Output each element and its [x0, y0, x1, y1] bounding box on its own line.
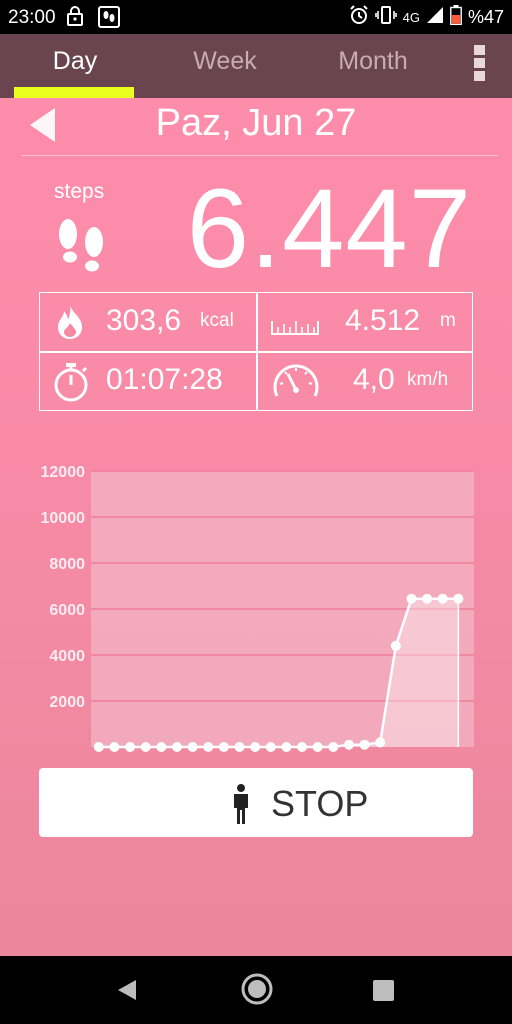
alarm-icon	[349, 4, 369, 30]
speed-unit: km/h	[407, 369, 449, 390]
data-point	[359, 739, 370, 750]
data-point	[250, 742, 261, 752]
y-tick-label: 4000	[49, 648, 85, 665]
stop-label: STOP	[271, 783, 369, 824]
duration-cell: 01:07:28	[40, 352, 256, 410]
stopwatch-icon	[52, 362, 90, 407]
vibrate-icon	[374, 5, 397, 30]
network-type: 4G	[402, 9, 420, 25]
calories-value: 303,6	[106, 304, 182, 337]
previous-day-arrow-icon[interactable]	[30, 108, 56, 147]
data-point	[171, 742, 182, 752]
data-point	[375, 737, 386, 748]
data-point	[390, 640, 401, 651]
data-point	[140, 742, 151, 752]
data-point	[93, 742, 104, 752]
distance-unit: m	[440, 310, 456, 331]
tab-week[interactable]: Week	[150, 34, 300, 98]
data-point	[156, 742, 167, 752]
app-screen: Day Week Month Paz, Jun 27 steps 6.447 3…	[0, 34, 512, 956]
data-point	[453, 593, 464, 604]
y-tick-label: 8000	[49, 556, 85, 573]
y-tick-label: 6000	[49, 602, 85, 619]
person-icon	[229, 784, 253, 829]
date-navigation: Paz, Jun 27	[0, 98, 512, 156]
stop-button[interactable]: STOP	[39, 768, 473, 837]
data-point	[312, 742, 323, 752]
tab-bar: Day Week Month	[0, 34, 512, 98]
tab-month[interactable]: Month	[298, 34, 448, 98]
calories-unit: kcal	[200, 310, 234, 331]
signal-icon	[426, 6, 444, 29]
y-tick-label: 12000	[41, 464, 86, 481]
steps-count: 6.447	[186, 166, 472, 291]
data-point	[265, 742, 276, 752]
footsteps-icon	[50, 216, 114, 281]
current-date: Paz, Jun 27	[155, 102, 357, 144]
home-icon[interactable]	[240, 972, 274, 1011]
distance-value: 4.512	[345, 304, 421, 337]
data-point	[109, 742, 120, 752]
steps-per-hour-chart: 2000400060008000100001200024681012141618…	[41, 464, 474, 752]
data-point	[187, 742, 198, 752]
steps-label: steps	[54, 180, 105, 203]
data-point	[218, 742, 229, 752]
data-point	[406, 593, 417, 604]
y-tick-label: 2000	[49, 694, 85, 711]
speedometer-icon	[271, 360, 321, 405]
calories-cell: 303,6 kcal	[40, 293, 256, 351]
stats-grid: 303,6 kcal 4.512 m 01:07:28 4,0 km/h	[39, 292, 473, 411]
back-icon[interactable]	[116, 978, 138, 1007]
recent-apps-icon[interactable]	[373, 980, 394, 1001]
distance-cell: 4.512 m	[257, 293, 473, 351]
data-point	[297, 742, 308, 752]
app-notification-icon	[98, 6, 120, 33]
active-tab-indicator	[14, 87, 134, 98]
data-point	[281, 742, 292, 752]
speed-value: 4,0	[353, 363, 395, 396]
data-point	[234, 742, 245, 752]
status-bar: 23:00 4G %47	[0, 0, 512, 34]
flame-icon	[52, 303, 88, 346]
divider	[22, 155, 498, 156]
system-navigation-bar	[0, 956, 512, 1024]
overflow-menu-icon[interactable]	[474, 45, 486, 87]
battery-icon	[450, 4, 462, 30]
battery-level: %47	[467, 6, 504, 27]
duration-value: 01:07:28	[106, 363, 223, 396]
lock-icon	[66, 6, 84, 31]
data-point	[203, 742, 214, 752]
data-point	[343, 739, 354, 750]
data-point	[328, 742, 339, 752]
status-time: 23:00	[8, 7, 56, 28]
ruler-icon	[271, 313, 319, 340]
data-point	[125, 742, 136, 752]
y-tick-label: 10000	[41, 510, 86, 527]
data-point	[437, 593, 448, 604]
data-point	[422, 593, 433, 604]
speed-cell: 4,0 km/h	[257, 352, 473, 410]
